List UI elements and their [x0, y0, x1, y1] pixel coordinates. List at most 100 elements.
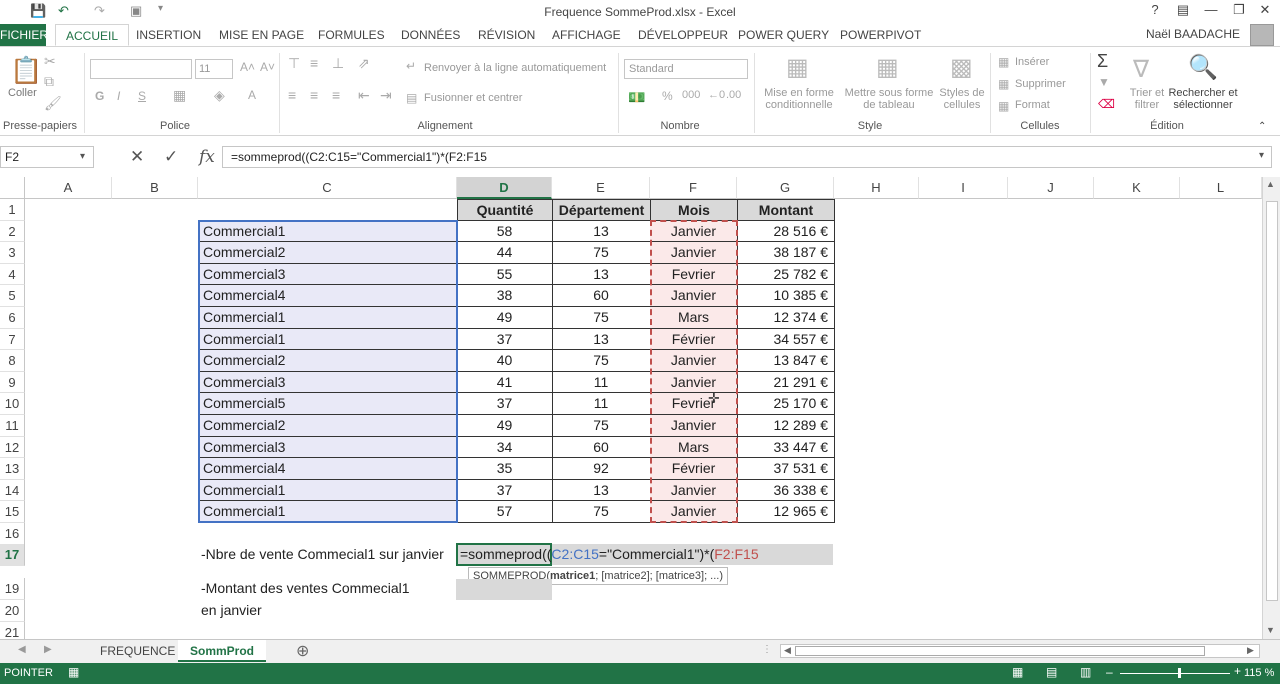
table-cell[interactable]: 55 — [457, 263, 553, 286]
table-cell[interactable]: 12 289 € — [737, 415, 835, 437]
tab-formulas[interactable]: FORMULES — [318, 24, 385, 46]
table-cell[interactable]: 37 — [457, 393, 553, 415]
table-cell[interactable]: 12 965 € — [737, 501, 835, 523]
zoom-level[interactable]: 115 % — [1244, 667, 1274, 679]
enter-entry-icon[interactable]: ✓ — [164, 147, 178, 167]
help-icon[interactable]: ? — [1144, 2, 1166, 17]
conditional-formatting-button[interactable]: Mise en forme conditionnelle — [760, 87, 838, 111]
table-cell[interactable]: 34 557 € — [737, 328, 835, 351]
table-cell[interactable]: Commercial2 — [198, 415, 458, 437]
table-cell[interactable]: Janvier — [650, 242, 738, 264]
next-sheet-icon[interactable]: ▶ — [44, 644, 52, 655]
tab-view[interactable]: AFFICHAGE — [552, 24, 621, 46]
table-cell[interactable]: 13 — [552, 220, 651, 243]
increase-decimal-icon[interactable]: ←0 — [708, 89, 725, 101]
format-as-table-button[interactable]: Mettre sous forme de tableau — [842, 87, 936, 111]
row-header-8[interactable]: 8 — [0, 350, 25, 372]
table-cell[interactable]: 25 170 € — [737, 393, 835, 415]
table-cell[interactable]: Février — [650, 328, 738, 351]
prev-sheet-icon[interactable]: ◀ — [18, 644, 26, 655]
find-select-button[interactable]: Rechercher et sélectionner — [1166, 87, 1240, 111]
cell-styles-icon[interactable]: ▩ — [950, 53, 973, 82]
table-cell[interactable]: 49 — [457, 415, 553, 437]
row-header-2[interactable]: 2 — [0, 220, 25, 243]
column-header-k[interactable]: K — [1094, 177, 1180, 199]
clear-icon[interactable]: ⌫ — [1098, 97, 1115, 111]
zoom-slider[interactable] — [1120, 673, 1230, 674]
column-header-i[interactable]: I — [919, 177, 1008, 199]
tab-power-query[interactable]: POWER QUERY — [738, 24, 829, 46]
borders-icon[interactable]: ▦ — [173, 87, 186, 104]
bold-icon[interactable]: G — [95, 89, 104, 103]
row-header-15[interactable]: 15 — [0, 501, 25, 523]
table-cell[interactable]: 21 291 € — [737, 371, 835, 394]
hscroll-thumb[interactable] — [795, 646, 1205, 656]
ribbon-options-icon[interactable]: ▤ — [1172, 2, 1194, 18]
add-sheet-icon[interactable]: ⊕ — [296, 641, 309, 661]
table-cell[interactable]: Mars — [650, 436, 738, 459]
normal-view-icon[interactable]: ▦ — [1012, 665, 1023, 679]
column-header-c[interactable]: C — [198, 177, 457, 199]
copy-icon[interactable]: ⧉ — [44, 73, 54, 90]
table-cell[interactable]: 41 — [457, 371, 553, 394]
table-cell[interactable]: Janvier — [650, 501, 738, 523]
decrease-decimal-icon[interactable]: .00 — [726, 89, 741, 101]
table-cell[interactable]: Commercial3 — [198, 436, 458, 459]
table-cell[interactable]: Janvier — [650, 220, 738, 243]
delete-cells-button[interactable]: Supprimer — [1015, 78, 1066, 90]
table-cell[interactable]: Commercial2 — [198, 242, 458, 264]
currency-icon[interactable]: 💵 — [628, 89, 645, 106]
fill-icon[interactable]: ▼ — [1098, 75, 1110, 89]
format-cells-icon[interactable]: ▦ — [998, 99, 1009, 113]
table-cell[interactable]: 13 — [552, 263, 651, 286]
page-layout-view-icon[interactable]: ▤ — [1046, 665, 1057, 679]
table-cell[interactable]: 75 — [552, 415, 651, 437]
table-cell[interactable]: Commercial3 — [198, 371, 458, 394]
row-header-6[interactable]: 6 — [0, 307, 25, 329]
tab-data[interactable]: DONNÉES — [401, 24, 460, 46]
scroll-thumb[interactable] — [1266, 201, 1278, 601]
table-cell[interactable]: 37 — [457, 328, 553, 351]
align-bottom-icon[interactable]: ⊥ — [332, 55, 344, 72]
horizontal-scrollbar[interactable]: ◀ ▶ — [780, 644, 1260, 658]
tab-page-layout[interactable]: MISE EN PAGE — [219, 24, 304, 46]
scroll-up-icon[interactable]: ▲ — [1266, 179, 1275, 189]
table-header[interactable]: Mois — [650, 199, 738, 221]
tab-review[interactable]: RÉVISION — [478, 24, 535, 46]
table-cell[interactable]: Commercial2 — [198, 350, 458, 372]
cancel-entry-icon[interactable]: ✕ — [130, 147, 144, 167]
tab-powerpivot[interactable]: POWERPIVOT — [840, 24, 921, 46]
table-cell[interactable]: 36 338 € — [737, 479, 835, 502]
format-cells-button[interactable]: Format — [1015, 99, 1050, 111]
table-cell[interactable]: Commercial4 — [198, 458, 458, 480]
table-cell[interactable]: 34 — [457, 436, 553, 459]
insert-function-icon[interactable]: fx — [199, 147, 215, 167]
row-header-4[interactable]: 4 — [0, 263, 25, 286]
table-cell[interactable]: Janvier — [650, 415, 738, 437]
macro-record-icon[interactable]: ▦ — [68, 665, 79, 679]
table-cell[interactable]: 11 — [552, 393, 651, 415]
table-cell[interactable]: 75 — [552, 350, 651, 372]
row-header-14[interactable]: 14 — [0, 479, 25, 502]
grow-font-icon[interactable]: A˄ — [240, 60, 255, 74]
table-cell[interactable]: 49 — [457, 307, 553, 329]
note-r17[interactable]: -Nbre de vente Commecial1 sur janvier — [201, 544, 444, 565]
column-header-f[interactable]: F — [650, 177, 737, 199]
table-cell[interactable]: 60 — [552, 436, 651, 459]
zoom-out-icon[interactable]: – — [1106, 665, 1113, 679]
table-cell[interactable]: 58 — [457, 220, 553, 243]
decrease-indent-icon[interactable]: ⇤ — [358, 87, 370, 104]
thousands-icon[interactable]: 000 — [682, 89, 700, 101]
table-cell[interactable]: 75 — [552, 501, 651, 523]
tab-developer[interactable]: DÉVELOPPEUR — [638, 24, 728, 46]
wrap-text-icon[interactable]: ↵ — [406, 59, 416, 73]
collapse-ribbon-icon[interactable]: ⌃ — [1258, 121, 1266, 132]
font-color-icon[interactable]: A — [248, 88, 256, 102]
table-cell[interactable]: 10 385 € — [737, 285, 835, 307]
table-cell[interactable]: Commercial5 — [198, 393, 458, 415]
note-r20[interactable]: en janvier — [201, 600, 262, 621]
expand-formula-bar-icon[interactable]: ▾ — [1259, 150, 1264, 161]
table-cell[interactable]: 11 — [552, 371, 651, 394]
tab-home[interactable]: ACCUEIL — [55, 24, 130, 46]
insert-cells-button[interactable]: Insérer — [1015, 56, 1049, 68]
